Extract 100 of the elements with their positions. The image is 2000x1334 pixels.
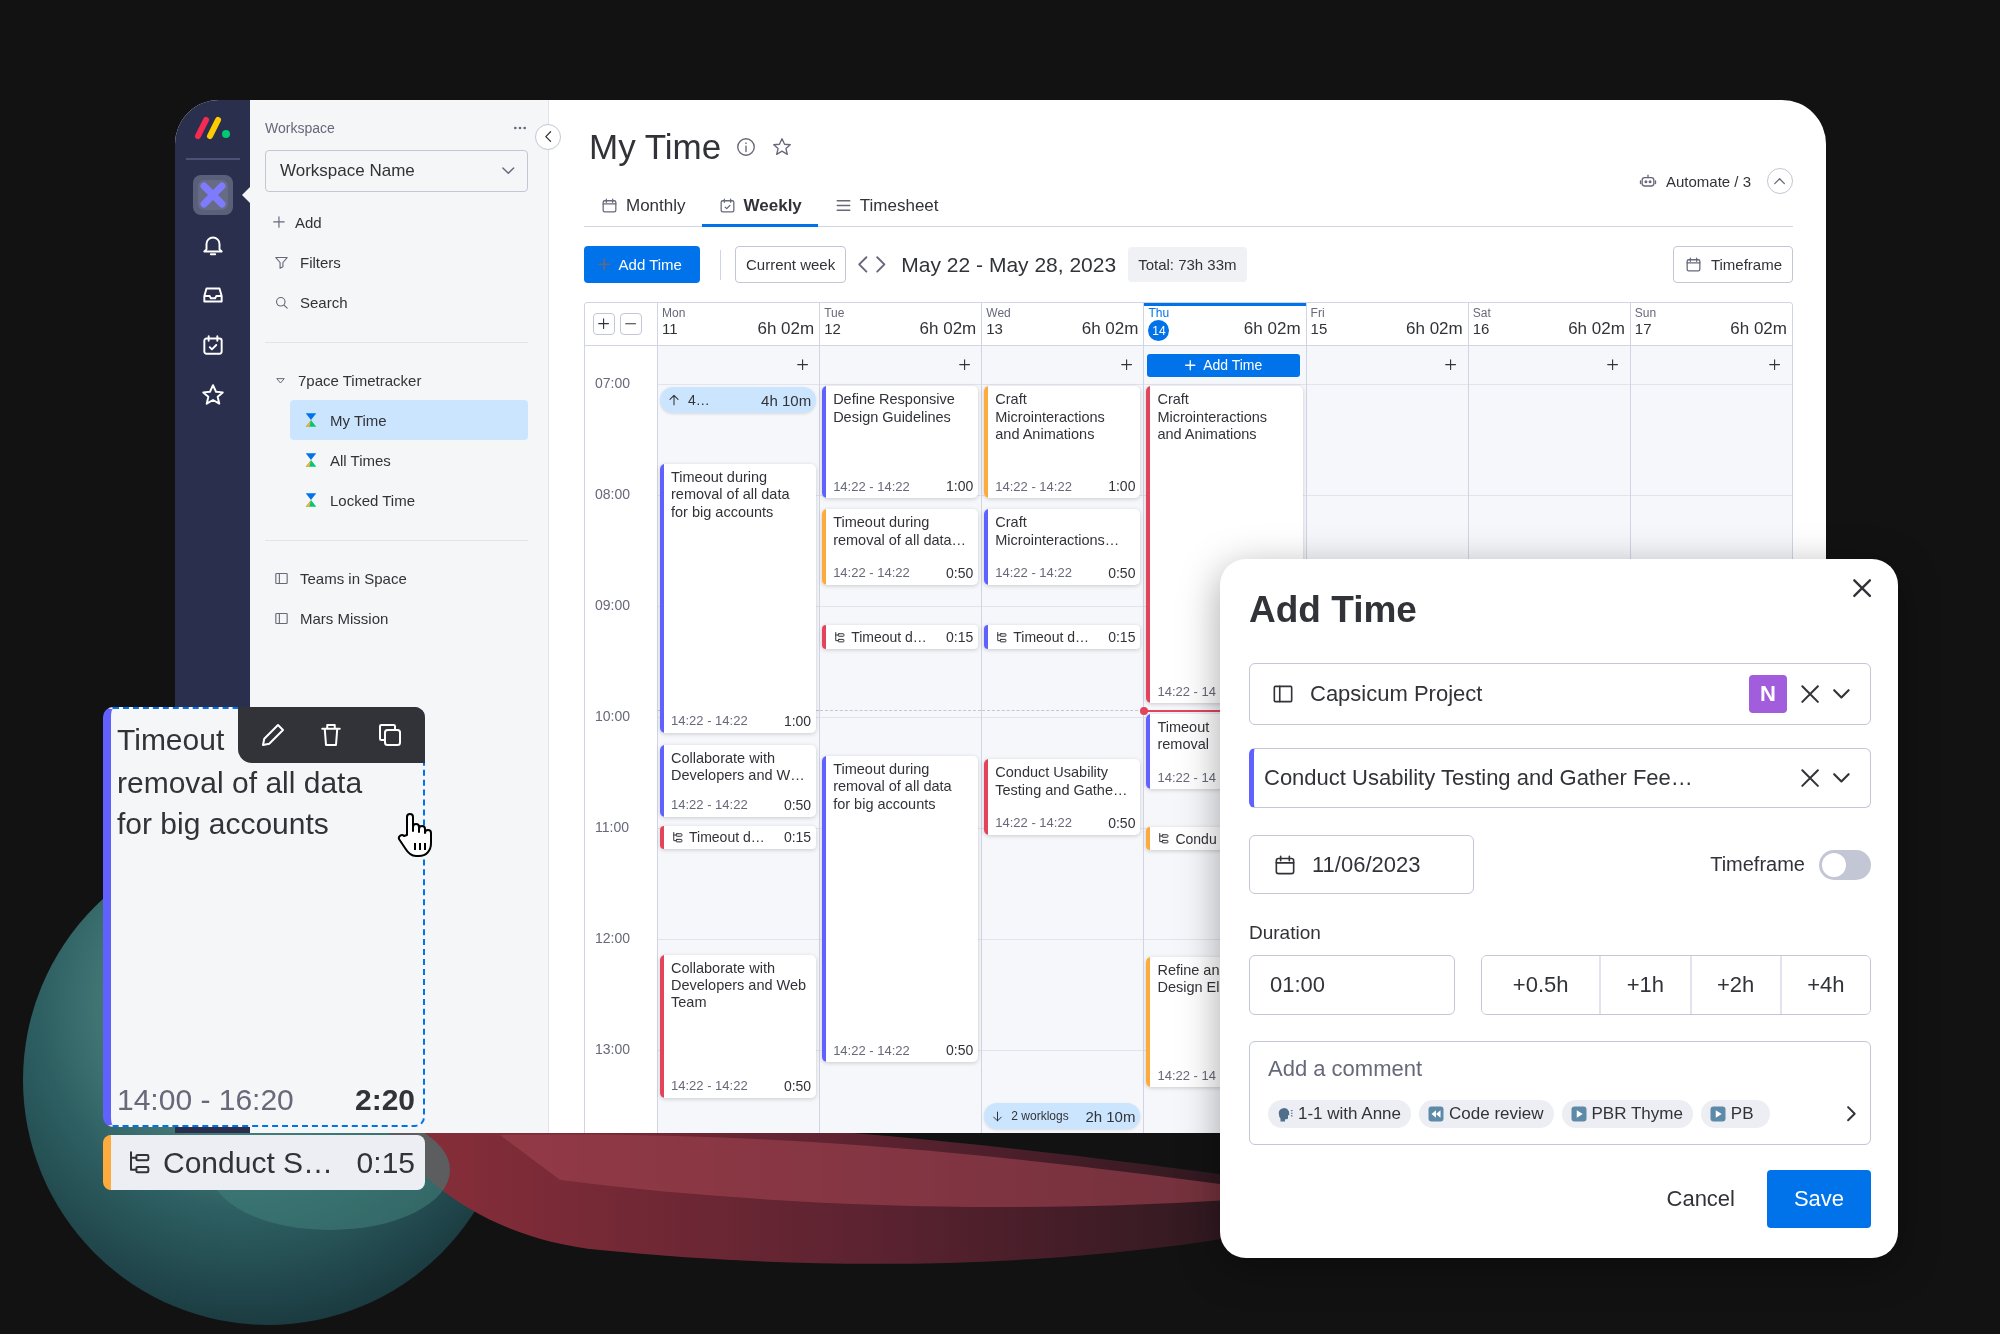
view-tab[interactable]: Weekly <box>701 187 818 227</box>
plus-icon <box>598 318 610 330</box>
subtask-chip[interactable]: Timeout d… 0:15 <box>660 825 817 850</box>
day-number: 14 <box>1148 320 1170 341</box>
weekday-label: Sun <box>1634 306 1657 320</box>
worklog-card[interactable]: Conduct Usability Testing and Gathe… 14:22 - 14:22 0:50 <box>984 759 1141 835</box>
time-range: 14:22 - 14:22 <box>833 565 910 581</box>
day-number: 11 <box>662 320 679 337</box>
duration-text: 0:50 <box>783 1077 812 1094</box>
suggestion-chip[interactable]: 1-1 with Anne <box>1268 1100 1411 1128</box>
day-total: 6h 02m <box>1081 317 1139 339</box>
zoom-in-button[interactable] <box>593 313 615 335</box>
day-total: 6h 02m <box>757 317 815 339</box>
board-item[interactable]: Teams in Space <box>265 558 528 598</box>
date-value: 11/06/2023 <box>1312 851 1421 878</box>
suggestion-chip[interactable]: PBR Thyme <box>1561 1100 1693 1128</box>
folder-item[interactable]: 7pace Timetracker <box>265 360 528 400</box>
hand-cursor-icon <box>395 811 435 859</box>
worklog-summary-pill[interactable]: 4… 4h 10m <box>660 387 817 413</box>
view-tab[interactable]: Timesheet <box>817 187 955 227</box>
subtask-title: Timeout d… <box>851 629 927 646</box>
duration-text: 0:50 <box>1108 814 1136 831</box>
subtask-chip[interactable]: Timeout d… 0:15 <box>984 624 1141 650</box>
board-item[interactable]: Mars Mission <box>265 598 528 638</box>
duration-text: 0:50 <box>1108 564 1136 581</box>
collapse-header-button[interactable] <box>1767 168 1793 194</box>
time-range: 14:22 - 14:22 <box>995 815 1072 831</box>
task-select[interactable]: Conduct Usability Testing and Gather Fee… <box>1249 748 1871 808</box>
time-range: 14:22 - 14:22 <box>995 478 1072 494</box>
worklog-title: Timeout during removal of all data for big accounts <box>833 760 953 813</box>
save-button[interactable]: Save <box>1767 1170 1871 1228</box>
add-time-button[interactable]: Add Time <box>584 246 700 283</box>
weekday-label: Sat <box>1472 306 1491 320</box>
duration-field[interactable]: 01:00 <box>1249 955 1455 1015</box>
time-range: 14:22 - 14:22 <box>671 1078 748 1094</box>
worklog-card[interactable]: Craft Microinteractions and Animations 14:22 - 14:22 1:00 <box>984 386 1141 499</box>
plus-icon <box>1769 359 1781 371</box>
worklog-card[interactable]: Craft Microinteractions… 14:22 - 14:22 0:50 <box>984 509 1141 585</box>
increment-button[interactable]: +4h <box>1779 956 1870 1014</box>
timeframe-label: Timeframe <box>1710 853 1805 876</box>
duration-text: 0:15 <box>946 629 974 646</box>
plus-icon <box>958 359 970 371</box>
sidebar-action[interactable]: Filters <box>265 242 528 282</box>
project-select[interactable]: Capsicum Project N <box>1249 663 1871 725</box>
worklog-card[interactable]: Collaborate with Developers and Web Team 14:22 - 14:22 0:50 <box>660 954 817 1098</box>
suggestion-chip[interactable]: Code review <box>1419 1100 1554 1128</box>
sidebar-item[interactable]: Locked Time <box>290 480 528 520</box>
worklog-title: Timeout removal <box>1157 718 1211 754</box>
add-time-button[interactable]: Add Time <box>1147 353 1300 377</box>
sidebar-action[interactable]: Add <box>265 202 528 242</box>
worklog-card[interactable]: Collaborate with Developers and W… 14:22 - 14:22 0:50 <box>660 744 817 817</box>
suggestion-chip[interactable]: PB <box>1700 1100 1770 1128</box>
plus-icon <box>796 359 808 371</box>
plus-icon <box>1184 359 1196 371</box>
time-range: 14:22 - 14:22 <box>671 713 748 728</box>
weekday-label: Fri <box>1310 306 1326 320</box>
automate-link[interactable]: Automate / 3 <box>1637 171 1751 191</box>
day-number: 17 <box>1634 320 1653 337</box>
worklog-summary-pill[interactable]: 2 worklogs 2h 10m <box>984 1103 1141 1129</box>
weekday-label: Thu <box>1148 306 1170 320</box>
project-name: Capsicum Project <box>1310 681 1483 707</box>
cancel-button[interactable]: Cancel <box>1656 1186 1745 1212</box>
worklog-card[interactable]: Timeout during removal of all data for big accounts 14:22 - 14:22 0:50 <box>822 755 979 1063</box>
sidebar-item[interactable]: My Time <box>290 400 528 440</box>
worklog-title: Craft Microinteractions and Animations <box>995 391 1106 444</box>
duration-text: 0:50 <box>783 796 812 813</box>
timeframe-button[interactable]: Timeframe <box>1672 246 1793 283</box>
section-heading: Workspace <box>265 120 335 136</box>
worklog-card[interactable]: Define Responsive Design Guidelines 14:22 - 14:22 1:00 <box>822 386 979 499</box>
weekday-label: Mon <box>662 306 686 320</box>
hour-label: 08:00 <box>595 486 631 502</box>
clear-icon <box>1801 768 1820 788</box>
chevron-down-icon <box>1833 773 1850 783</box>
current-week-button[interactable]: Current week <box>734 246 847 283</box>
workspace-dropdown[interactable]: Workspace Name <box>265 150 528 192</box>
subtask-chip[interactable]: Timeout d… 0:15 <box>822 624 979 650</box>
duration-text: 0:15 <box>1108 629 1136 646</box>
comment-box[interactable]: Add a comment 1-1 with Anne Code review PBR Thyme PB <box>1249 1041 1871 1145</box>
day-number: 12 <box>824 320 842 337</box>
date-picker[interactable]: 11/06/2023 <box>1249 835 1474 894</box>
zoom-out-button[interactable] <box>620 313 642 335</box>
worklog-card[interactable]: Timeout during removal of all data for big accounts 14:22 - 14:22 1:00 <box>660 463 817 733</box>
hour-label: 10:00 <box>595 708 631 724</box>
timeframe-toggle[interactable] <box>1819 849 1871 880</box>
hour-label: 12:00 <box>595 930 631 946</box>
subtask-title: Timeout d… <box>689 829 765 846</box>
duration-label: Duration <box>1249 922 1322 944</box>
sidebar-action[interactable]: Search <box>265 282 528 322</box>
day-total: 6h 02m <box>1568 317 1625 339</box>
task-name: Conduct Usability Testing and Gather Fee… <box>1264 765 1693 791</box>
subtask-chip[interactable]: Conduct S… 0:15 <box>103 1135 425 1190</box>
worklog-card[interactable]: Timeout during removal of all data… 14:22 - 14:22 0:50 <box>822 509 979 585</box>
sidebar-item[interactable]: All Times <box>290 440 528 480</box>
day-total: 6h 02m <box>919 317 977 339</box>
view-tab[interactable]: Monthly <box>584 187 702 227</box>
play-icon <box>1569 1105 1588 1123</box>
worklog-title: Conduct Usability Testing and Gathe… <box>995 764 1129 799</box>
duration-text: 0:50 <box>946 1042 974 1059</box>
day-number: 16 <box>1472 320 1491 337</box>
date-range: May 22 - May 28, 2023 <box>901 252 1117 277</box>
